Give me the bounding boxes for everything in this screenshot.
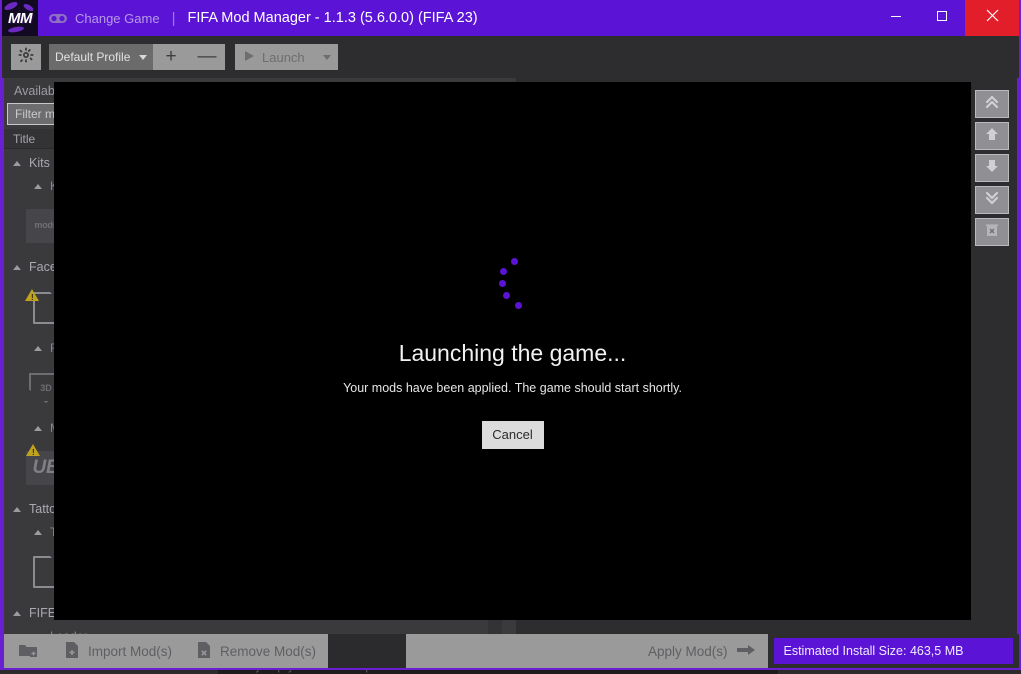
status-badge: Estimated Install Size: 463,5 MB [773, 638, 1013, 664]
chevron-double-up-icon [983, 94, 1001, 115]
remove-mods-label: Remove Mod(s) [220, 643, 317, 659]
spinner-dot [498, 279, 506, 287]
close-button[interactable] [965, 0, 1019, 36]
move-down-button[interactable] [975, 154, 1009, 182]
chevron-up-icon [34, 529, 42, 535]
column-header-label: Title [13, 131, 36, 146]
add-folder-button[interactable] [4, 634, 52, 668]
order-tools [975, 90, 1009, 246]
loading-spinner-icon [483, 254, 543, 314]
spinner-dot [502, 291, 510, 299]
chevron-up-icon [13, 264, 21, 270]
status-area: Estimated Install Size: 463,5 MB [767, 634, 1019, 668]
move-to-bottom-button[interactable] [975, 186, 1009, 214]
chevron-up-icon [34, 183, 42, 189]
apply-mods-button[interactable]: Apply Mod(s) [516, 634, 768, 668]
maximize-icon [936, 9, 948, 27]
warning-icon: ! [26, 444, 40, 457]
screen-root: Polityka prywatności sklepu – MM Change … [0, 0, 1021, 674]
app-icon-label: MM [8, 9, 33, 27]
app-window: MM Change Game | FIFA Mod Manager - 1.1.… [0, 0, 1021, 670]
launch-group: Launch [235, 44, 338, 70]
title-separator: | [171, 9, 176, 27]
cancel-label: Cancel [492, 427, 533, 442]
launch-button[interactable]: Launch [235, 44, 316, 70]
spinner-dot [510, 257, 518, 265]
window-controls [873, 0, 1019, 36]
spinner-dot [514, 301, 522, 309]
chevron-up-icon [13, 610, 21, 616]
delete-button[interactable] [975, 218, 1009, 246]
bottom-spacer [328, 634, 407, 668]
change-game-label: Change Game [75, 10, 160, 26]
profile-value: Default Profile [55, 50, 131, 64]
window-title: FIFA Mod Manager - 1.1.3 (5.6.0.0) (FIFA… [187, 10, 478, 26]
panel-border [1017, 78, 1019, 668]
apply-mods-label: Apply Mod(s) [647, 643, 728, 659]
gear-icon [18, 47, 34, 68]
tree-group-label: Kits [29, 156, 50, 170]
chevron-up-icon [34, 345, 42, 351]
plus-icon: + [165, 46, 177, 67]
settings-button[interactable] [11, 44, 41, 70]
cancel-button[interactable]: Cancel [481, 420, 544, 449]
move-up-button[interactable] [975, 122, 1009, 150]
play-icon [244, 50, 255, 65]
arrow-up-icon [984, 126, 1000, 147]
chevron-down-icon [322, 54, 331, 60]
launching-overlay: Launching the game... Your mods have bee… [54, 82, 971, 620]
chevron-up-icon [34, 425, 42, 431]
minus-icon: — [197, 46, 217, 67]
file-add-icon [64, 641, 80, 662]
warning-icon: ! [25, 289, 39, 302]
arrow-down-icon [984, 158, 1000, 179]
profile-group: Default Profile + — [49, 44, 225, 70]
minimize-icon [890, 9, 902, 27]
overlay-subtitle: Your mods have been applied. The game sh… [343, 380, 682, 395]
change-game-button[interactable]: Change Game [48, 11, 160, 26]
app-icon: MM [2, 0, 38, 36]
chevron-up-icon [13, 506, 21, 512]
mod-logo-label: FIFA23 REALISM MOD [32, 668, 61, 669]
install-size-label: Estimated Install Size: 463,5 MB [783, 644, 964, 658]
chevron-up-icon [13, 160, 21, 166]
spinner-dot [499, 267, 507, 275]
launch-options-button[interactable] [316, 44, 338, 70]
minimize-button[interactable] [873, 0, 919, 36]
gamepad-icon [48, 11, 68, 25]
trash-icon [984, 222, 1000, 243]
add-profile-button[interactable]: + [153, 44, 189, 70]
chevron-down-icon [139, 55, 147, 60]
overlay-title: Launching the game... [398, 339, 627, 366]
maximize-button[interactable] [919, 0, 965, 36]
arrow-right-icon [736, 643, 756, 660]
folder-add-icon [18, 642, 38, 661]
bottom-toolbar: Import Mod(s) Remove Mod(s) Apply Mod(s) [2, 634, 1019, 668]
import-mods-button[interactable]: Import Mod(s) [52, 634, 184, 668]
toolbar: Default Profile + — Launch [2, 36, 1019, 78]
remove-profile-button[interactable]: — [189, 44, 225, 70]
profile-select[interactable]: Default Profile [49, 44, 153, 70]
chevron-double-down-icon [983, 190, 1001, 211]
import-mods-label: Import Mod(s) [88, 643, 173, 659]
title-bar[interactable]: MM Change Game | FIFA Mod Manager - 1.1.… [2, 0, 1019, 36]
remove-mods-button[interactable]: Remove Mod(s) [184, 634, 328, 668]
move-to-top-button[interactable] [975, 90, 1009, 118]
bottom-left-group: Import Mod(s) Remove Mod(s) [2, 634, 516, 668]
close-icon [986, 9, 999, 27]
launch-label: Launch [262, 49, 305, 65]
file-remove-icon [196, 641, 212, 662]
